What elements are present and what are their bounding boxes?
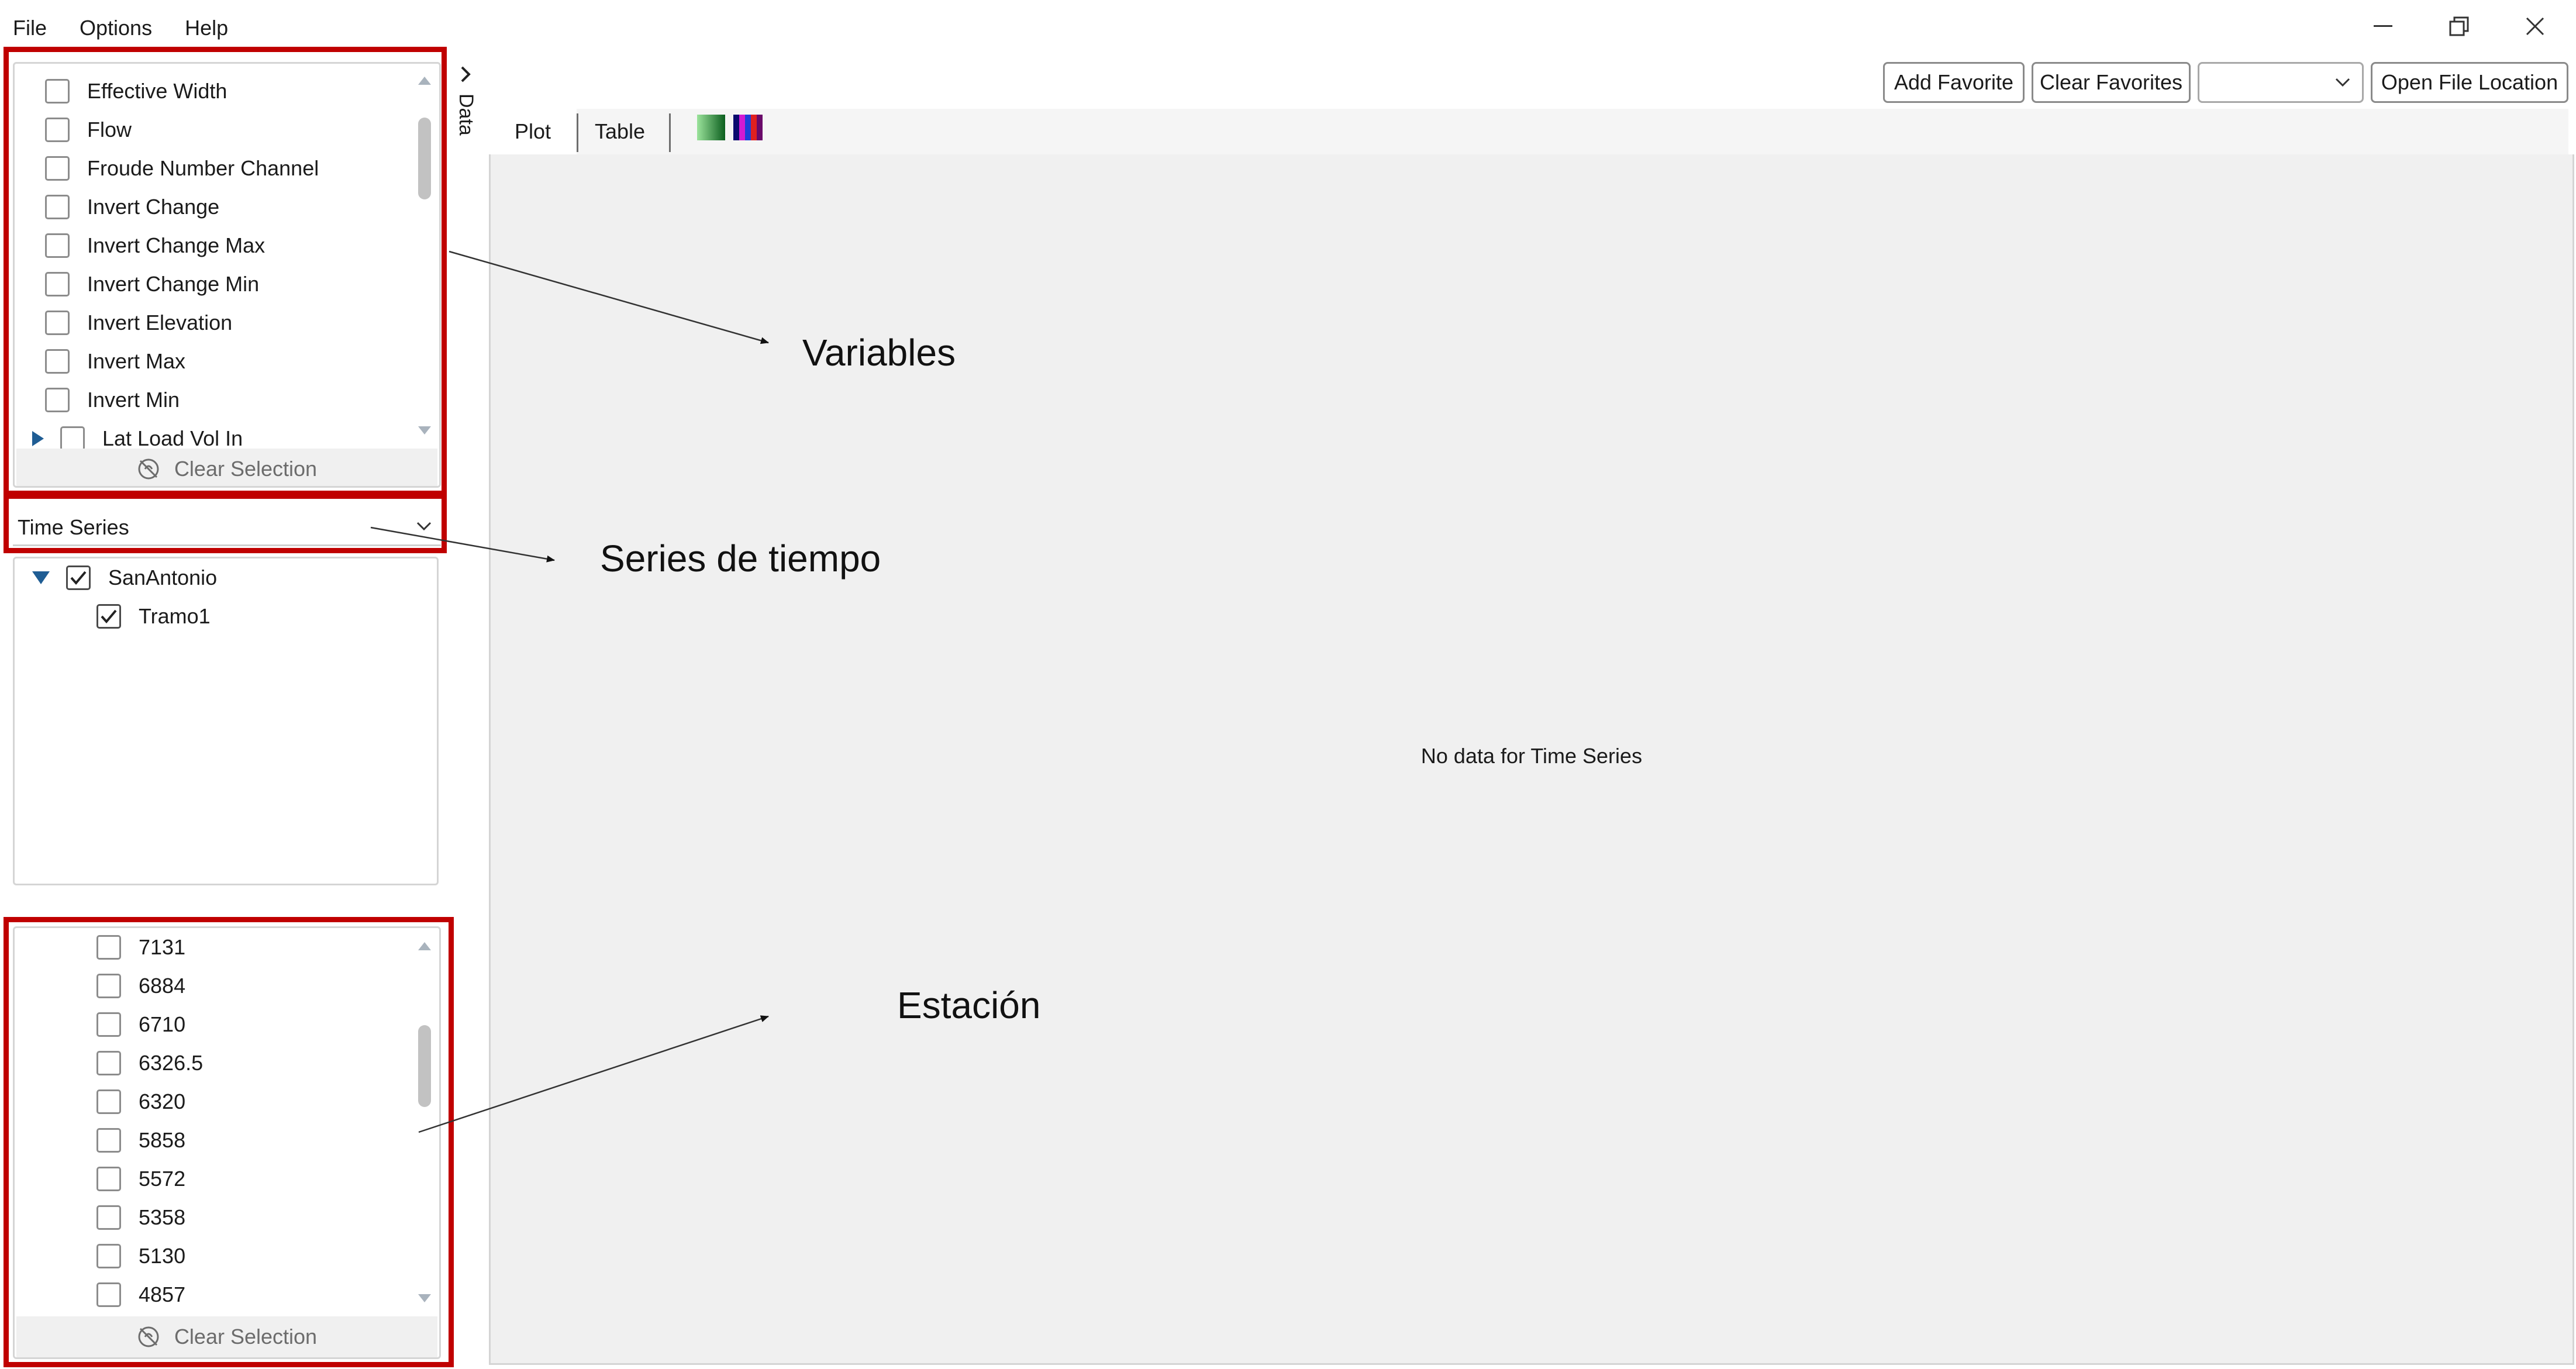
station-annotation: Estación	[897, 984, 1041, 1026]
series-annotation: Series de tiempo	[600, 537, 881, 580]
variables-arrow	[449, 250, 769, 344]
station-arrow	[418, 1015, 769, 1133]
annotation-arrows	[370, 250, 769, 1133]
variables-annotation: Variables	[802, 332, 956, 374]
series-arrow	[370, 526, 555, 563]
